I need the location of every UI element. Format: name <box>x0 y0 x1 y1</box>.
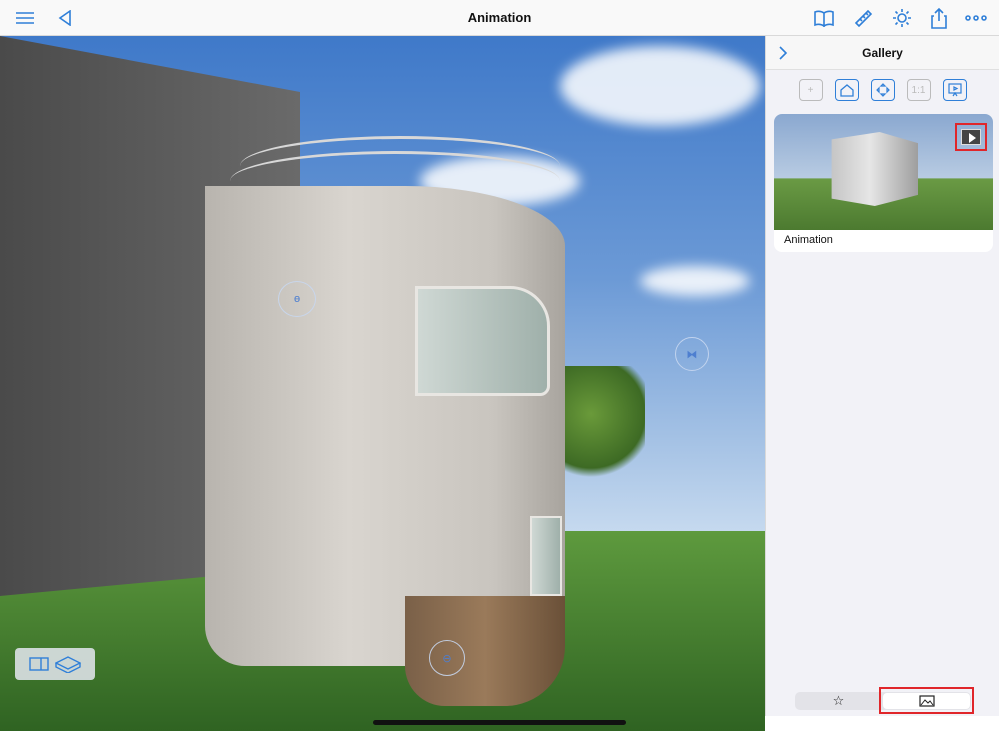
gallery-item[interactable]: Animation <box>774 114 993 252</box>
more-icon[interactable] <box>963 6 989 30</box>
star-icon: ☆ <box>832 693 845 708</box>
eye-control-icon[interactable]: ⊖ <box>429 640 465 676</box>
one-to-one-icon[interactable]: 1:1 <box>906 79 931 101</box>
2d-view-icon[interactable] <box>29 657 49 671</box>
add-icon[interactable]: + <box>798 79 823 101</box>
stone-base <box>405 596 565 706</box>
3d-view-icon[interactable] <box>55 655 81 673</box>
lower-window <box>530 516 562 596</box>
gallery-tab-highlight <box>879 687 974 714</box>
share-icon[interactable] <box>926 6 952 30</box>
cloud <box>640 266 750 296</box>
home-indicator <box>373 720 626 725</box>
tree <box>555 366 645 486</box>
round-tower <box>205 186 565 666</box>
gallery-header: Gallery <box>766 36 999 70</box>
camera-control-icon[interactable]: ɵ <box>278 281 316 317</box>
gallery-toolbar: + 1:1 <box>766 70 999 110</box>
ruler-icon[interactable] <box>850 6 876 30</box>
gallery-thumbnail <box>774 114 993 230</box>
curved-window <box>415 286 550 396</box>
gallery-panel: Gallery + 1:1 Animation ☆ <box>765 36 999 716</box>
view-mode-toggle[interactable] <box>15 648 95 680</box>
home-icon[interactable] <box>834 79 859 101</box>
book-icon[interactable] <box>811 6 837 30</box>
top-toolbar: Animation <box>0 0 999 36</box>
gallery-item-label: Animation <box>784 234 833 246</box>
balcony-railing <box>240 136 560 196</box>
sun-icon[interactable] <box>889 6 915 30</box>
app-window: Animation ɵ ⧓ ⊖ Gallery + 1:1 Animation … <box>0 0 999 731</box>
fit-icon[interactable] <box>870 79 895 101</box>
gallery-title: Gallery <box>862 46 903 60</box>
target-control-icon[interactable]: ⧓ <box>675 337 709 371</box>
cloud <box>560 46 760 126</box>
presentation-icon[interactable] <box>942 79 967 101</box>
house-thumbnail-image <box>831 132 918 206</box>
play-icon[interactable] <box>955 123 987 151</box>
3d-viewport[interactable]: ɵ ⧓ ⊖ <box>0 36 765 731</box>
favorites-tab[interactable]: ☆ <box>795 692 882 710</box>
